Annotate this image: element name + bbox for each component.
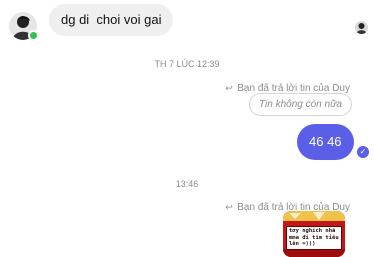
reply-arrow-icon: ↩ [225,202,233,212]
incoming-message-bubble[interactable]: dg di choi voi gai [49,4,174,36]
avatar-read-receipt-icon [355,21,368,34]
reply-arrow-icon: ↩ [225,83,233,93]
timestamp: TH 7 LÚC 12:39 [154,59,220,69]
online-indicator [28,30,39,41]
sticker-caption: tơy nghich nhã mma đi tìm tiêu lên =))) [286,226,342,250]
sticker-image[interactable]: tơy nghich nhã mma đi tìm tiêu lên =))) [283,211,345,257]
timestamp: 13:46 [175,179,199,189]
read-receipt-avatar [355,21,368,34]
outgoing-message-bubble[interactable]: 46 46 [297,124,354,160]
check-icon: ✓ [357,146,369,158]
removed-message-bubble[interactable]: Tin không còn nữa [249,93,352,116]
